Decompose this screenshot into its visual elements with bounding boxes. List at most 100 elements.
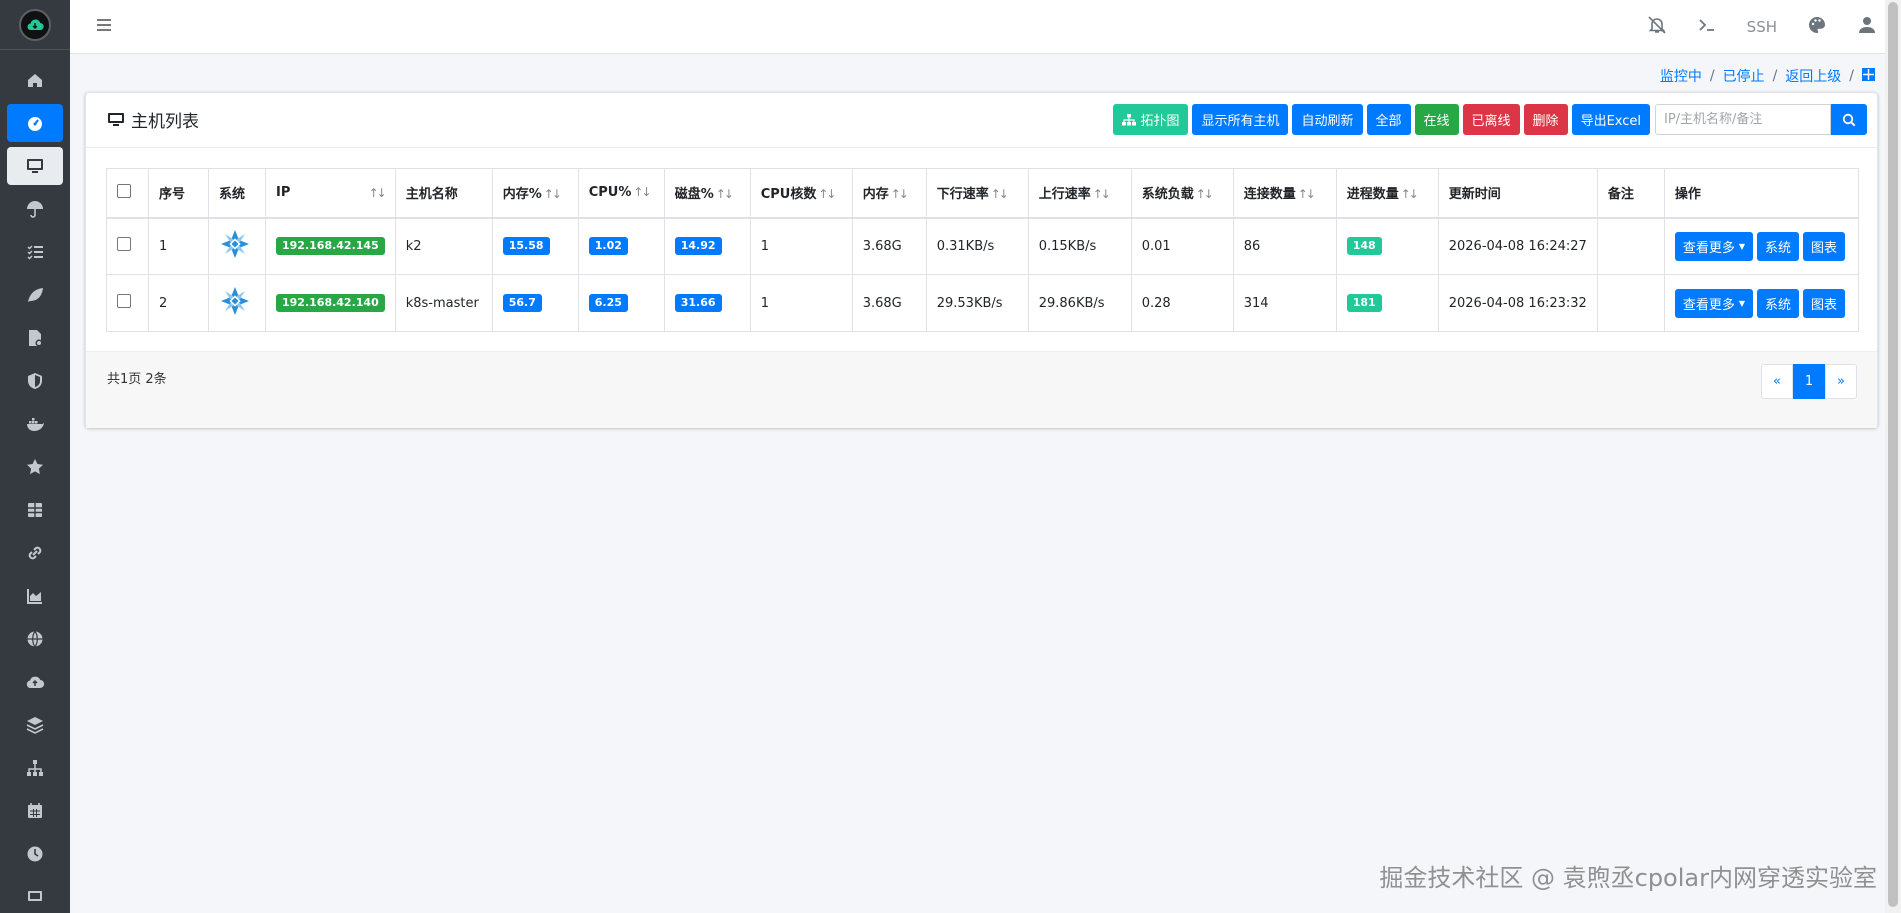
filter-online-button[interactable]: 在线: [1414, 104, 1459, 135]
sidebar-item-files[interactable]: [0, 316, 70, 359]
sitemap-icon: [1122, 113, 1137, 125]
cpu-pct-badge: 6.25: [588, 294, 628, 312]
brand-logo[interactable]: [0, 0, 70, 50]
view-more-dropdown[interactable]: 查看更多 ▼: [1674, 288, 1753, 318]
sidebar-item-umbrella[interactable]: [0, 187, 70, 230]
select-all-checkbox[interactable]: [117, 183, 131, 198]
filter-offline-button[interactable]: 已离线: [1462, 104, 1520, 135]
sidebar-item-network[interactable]: [0, 617, 70, 660]
sidebar-item-monitor[interactable]: [0, 875, 70, 913]
sort-icon: ↑↓: [818, 187, 836, 202]
col-disk-pct[interactable]: 磁盘% ↑↓: [663, 168, 751, 219]
sidebar-item-dashboard[interactable]: [0, 101, 70, 144]
col-connections[interactable]: 连接数量 ↑↓: [1232, 168, 1337, 219]
chart-button[interactable]: 图表: [1803, 231, 1846, 261]
col-mem-pct[interactable]: 内存% ↑↓: [491, 168, 579, 219]
sort-icon: ↑↓: [543, 187, 562, 202]
col-memory[interactable]: 内存 ↑↓: [851, 168, 927, 219]
breadcrumb-stopped[interactable]: 已停止: [1723, 66, 1765, 86]
view-more-dropdown[interactable]: 查看更多 ▼: [1674, 231, 1753, 261]
ip-badge[interactable]: 192.168.42.145: [276, 237, 385, 256]
sidebar-item-links[interactable]: [0, 531, 70, 574]
processes-badge: 148: [1346, 237, 1382, 256]
breadcrumb-monitoring[interactable]: 监控中: [1660, 66, 1702, 86]
col-cpu-pct[interactable]: CPU% ↑↓: [577, 168, 665, 219]
col-processes[interactable]: 进程数量 ↑↓: [1335, 168, 1439, 219]
col-ip[interactable]: IP ↑↓: [265, 168, 396, 219]
ip-badge[interactable]: 192.168.42.140: [276, 294, 385, 312]
palette-icon: [1809, 17, 1825, 33]
sidebar-item-topology[interactable]: [0, 746, 70, 789]
notifications-off-button[interactable]: [1647, 15, 1667, 39]
list-check-icon: [27, 244, 43, 260]
sort-icon: ↑↓: [890, 187, 909, 202]
auto-refresh-button[interactable]: 自动刷新: [1292, 104, 1363, 135]
col-load[interactable]: 系统负载 ↑↓: [1130, 168, 1234, 219]
grid-view-button[interactable]: [1862, 67, 1875, 85]
user-icon: [1859, 17, 1875, 33]
sidebar-item-charts[interactable]: [0, 574, 70, 617]
export-excel-button[interactable]: 导出Excel: [1571, 104, 1650, 135]
search-input[interactable]: [1655, 104, 1831, 135]
cell-updated: 2026-04-08 16:23:32: [1437, 274, 1598, 332]
user-button[interactable]: [1857, 15, 1877, 39]
col-cpu-cores[interactable]: CPU核数 ↑↓: [749, 168, 853, 219]
col-updated: 更新时间: [1437, 168, 1598, 219]
cell-disk-pct: 31.66: [663, 274, 751, 332]
sidebar-item-table[interactable]: [0, 488, 70, 531]
ssh-button[interactable]: SSH: [1747, 18, 1777, 36]
col-down-rate[interactable]: 下行速率 ↑↓: [925, 168, 1029, 219]
sidebar-item-upload[interactable]: [0, 660, 70, 703]
table-row: 1 192.168.42.145 k2 15.58 1.02 14.92 1 3…: [106, 217, 1860, 275]
terminal-button[interactable]: [1697, 15, 1717, 39]
delete-button[interactable]: 删除: [1523, 104, 1568, 135]
col-up-rate[interactable]: 上行速率 ↑↓: [1027, 168, 1132, 219]
sidebar-item-layers[interactable]: [0, 703, 70, 746]
watermark: 掘金技术社区 @ 袁煦丞cpolar内网穿透实验室: [1379, 864, 1877, 892]
sidebar-item-tasks[interactable]: [0, 230, 70, 273]
chart-button[interactable]: 图表: [1803, 288, 1846, 318]
cell-mem-pct: 56.7: [491, 274, 579, 332]
sidebar-item-history[interactable]: [0, 832, 70, 875]
col-connections-label: 连接数量: [1243, 187, 1296, 203]
breadcrumb-back[interactable]: 返回上级: [1785, 66, 1841, 86]
row-checkbox[interactable]: [117, 237, 131, 252]
host-list-card: 主机列表 拓扑图 显示所有主机 自动刷新 全部 在线 已离线 删除 导出Exce…: [85, 92, 1878, 428]
col-memory-label: 内存: [862, 187, 889, 203]
sidebar-item-leaf[interactable]: [0, 273, 70, 316]
col-cpu-pct-label: CPU%: [588, 185, 632, 201]
menu-toggle-button[interactable]: [96, 18, 112, 36]
pagination-prev[interactable]: «: [1761, 364, 1793, 399]
breadcrumb: 监控中 / 已停止 / 返回上级 /: [1660, 66, 1875, 86]
scrollbar-thumb[interactable]: [1888, 2, 1898, 907]
row-select-cell: [106, 274, 149, 332]
sidebar-item-docker[interactable]: [0, 402, 70, 445]
system-button[interactable]: 系统: [1756, 288, 1799, 318]
sidebar-item-calendar[interactable]: [0, 789, 70, 832]
theme-button[interactable]: [1807, 15, 1827, 39]
cell-cpu-cores: 1: [749, 274, 853, 332]
system-button[interactable]: 系统: [1756, 231, 1799, 261]
sidebar-item-favorites[interactable]: [0, 445, 70, 488]
shield-icon: [28, 372, 42, 389]
desktop-icon: [108, 112, 124, 126]
show-all-hosts-button[interactable]: 显示所有主机: [1192, 104, 1289, 135]
pagination-page[interactable]: 1: [1793, 364, 1825, 399]
sidebar-item-security[interactable]: [0, 359, 70, 402]
col-os: 系统: [208, 168, 266, 219]
cell-processes: 181: [1335, 274, 1439, 332]
search-button[interactable]: [1831, 104, 1867, 135]
sort-icon: ↑↓: [1092, 187, 1111, 202]
topology-button[interactable]: 拓扑图: [1113, 104, 1189, 135]
sidebar-item-home[interactable]: [0, 58, 70, 101]
pagination-next[interactable]: »: [1825, 364, 1857, 399]
cell-seq: 1: [148, 217, 209, 275]
cell-load: 0.28: [1130, 274, 1234, 332]
col-notes: 备注: [1596, 168, 1665, 219]
clock-icon: [27, 846, 43, 861]
row-checkbox[interactable]: [117, 294, 131, 308]
sidebar-item-hosts[interactable]: [0, 144, 70, 187]
cell-down-rate: 0.31KB/s: [925, 217, 1029, 275]
filter-all-button[interactable]: 全部: [1366, 104, 1411, 135]
page-scrollbar[interactable]: [1885, 0, 1901, 913]
